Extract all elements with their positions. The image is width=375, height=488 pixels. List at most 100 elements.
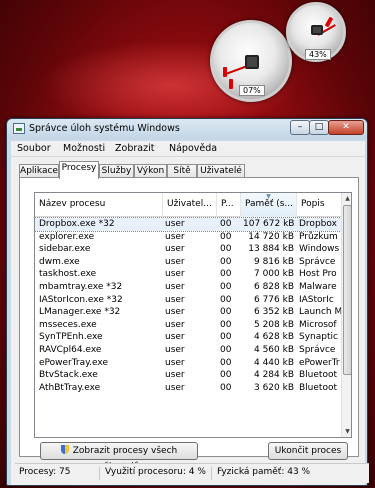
uac-shield-icon [60, 445, 69, 454]
table-row[interactable]: msseces.exe user 00 5 208 kB Microsof [35, 319, 341, 332]
cell-user: user [165, 332, 185, 343]
cell-cpu: 00 [220, 256, 232, 267]
cell-cpu: 00 [220, 332, 232, 343]
window-title: Správce úloh systému Windows [29, 123, 180, 134]
scroll-down-icon[interactable]: ▼ [342, 426, 351, 437]
cell-user: user [165, 319, 185, 330]
cell-memory: 3 620 kB [253, 382, 294, 393]
maximize-button[interactable]: □ [309, 120, 329, 135]
cpu-percent-readout: 07% [239, 85, 265, 96]
cell-memory: 4 284 kB [253, 370, 294, 381]
cell-user: user [165, 382, 185, 393]
cell-description: Správce [299, 256, 336, 267]
cell-user: user [165, 219, 185, 229]
cell-cpu: 00 [220, 382, 232, 393]
scroll-up-icon[interactable]: ▲ [342, 193, 351, 204]
close-button[interactable]: ✕ [328, 120, 364, 135]
tab-services[interactable]: Služby [99, 164, 134, 178]
tab-processes[interactable]: Procesy [59, 161, 99, 179]
table-row[interactable]: dwm.exe user 00 9 816 kB Správce [35, 256, 341, 269]
process-list-header: Název procesu Uživatel... P... ▼ Paměť (… [35, 193, 341, 217]
cell-memory: 4 440 kB [253, 357, 294, 368]
cell-image-name: ePowerTray.exe [39, 357, 109, 368]
cell-image-name: SynTPEnh.exe [39, 332, 103, 343]
cell-user: user [165, 244, 185, 255]
table-row[interactable]: sidebar.exe user 00 13 884 kB Windows [35, 243, 341, 256]
cell-image-name: sidebar.exe [39, 244, 91, 255]
menu-options[interactable]: Možnosti [63, 143, 105, 154]
table-row[interactable]: SynTPEnh.exe user 00 4 628 kB Synaptic [35, 331, 341, 344]
cell-description: Malware [299, 281, 337, 292]
cell-user: user [165, 256, 185, 267]
cell-image-name: AthBtTray.exe [39, 382, 101, 393]
table-row[interactable]: AthBtTray.exe user 00 3 620 kB Bluetoot [35, 382, 341, 395]
process-list[interactable]: Název procesu Uživatel... P... ▼ Paměť (… [34, 192, 352, 438]
cell-cpu: 00 [220, 319, 232, 330]
cell-cpu: 00 [220, 307, 232, 318]
cell-description: Launch M [299, 307, 343, 318]
menu-file[interactable]: Soubor [17, 143, 51, 154]
process-rows: Dropbox.exe *32 user 00 107 672 kB Dropbox ex… [35, 217, 343, 395]
cell-image-name: IAStorIcon.exe *32 [39, 294, 123, 305]
table-row[interactable]: RAVCpl64.exe user 00 4 560 kB Správce [35, 344, 341, 357]
cell-cpu: 00 [220, 231, 232, 242]
cell-cpu: 00 [220, 281, 232, 292]
minimize-button[interactable]: – [290, 120, 310, 135]
header-cpu[interactable]: P... [217, 193, 241, 217]
table-row[interactable]: taskhost.exe user 00 7 000 kB Host Pro [35, 268, 341, 281]
cell-description: Dropbox [299, 219, 337, 229]
cell-cpu: 00 [220, 370, 232, 381]
cell-user: user [165, 231, 185, 242]
cell-description: Průzkum [299, 231, 338, 242]
cell-image-name: dwm.exe [39, 256, 80, 267]
cell-description: Host Pro [299, 269, 337, 280]
tab-users[interactable]: Uživatelé [197, 164, 245, 178]
cell-description: IAStorIc [299, 294, 334, 305]
header-user[interactable]: Uživatel... [163, 193, 217, 217]
tab-applications[interactable]: Aplikace [19, 164, 59, 178]
tab-strip: Aplikace Procesy Služby Výkon Sítě Uživa… [19, 161, 359, 179]
header-image-name[interactable]: Název procesu [35, 193, 163, 217]
cell-description: Windows [299, 244, 340, 255]
gauge-red-tick [229, 79, 233, 89]
cell-user: user [165, 370, 185, 381]
memory-percent-readout: 43% [305, 49, 331, 60]
status-separator [99, 466, 100, 480]
cell-user: user [165, 294, 185, 305]
cell-cpu: 00 [220, 344, 232, 355]
table-row[interactable]: ePowerTray.exe user 00 4 440 kB ePowerTr [35, 357, 341, 370]
cell-image-name: mbamtray.exe *32 [39, 281, 123, 292]
cell-memory: 7 000 kB [253, 269, 294, 280]
scroll-thumb[interactable] [343, 205, 351, 375]
cell-memory: 9 816 kB [253, 256, 294, 267]
cell-image-name: msseces.exe [39, 319, 97, 330]
cell-memory: 4 560 kB [253, 344, 294, 355]
table-row[interactable]: mbamtray.exe *32 user 00 6 828 kB Malware [35, 281, 341, 294]
cell-memory: 107 672 kB [243, 219, 294, 229]
table-row[interactable]: Dropbox.exe *32 user 00 107 672 kB Dropbox [35, 217, 342, 232]
cpu-gauge: 07% [210, 20, 292, 102]
tab-networking[interactable]: Sítě [167, 164, 197, 178]
cell-memory: 5 208 kB [253, 319, 294, 330]
cell-description: ePowerTr [299, 357, 340, 368]
cell-image-name: taskhost.exe [39, 269, 97, 280]
header-description[interactable]: Popis [297, 193, 341, 217]
cell-image-name: LManager.exe *32 [39, 307, 121, 318]
table-row[interactable]: IAStorIcon.exe *32 user 00 6 776 kB IAStorIc [35, 294, 341, 307]
end-process-button[interactable]: Ukončit proces [268, 442, 348, 460]
tab-performance[interactable]: Výkon [134, 164, 167, 178]
header-memory[interactable]: ▼ Paměť (s... [241, 193, 297, 217]
table-row[interactable]: explorer.exe user 00 14 720 kB Průzkum [35, 231, 341, 244]
table-row[interactable]: LManager.exe *32 user 00 6 352 kB Launch M [35, 306, 343, 319]
cell-description: Microsof [299, 319, 337, 330]
cell-user: user [165, 307, 185, 318]
menu-help[interactable]: Nápověda [169, 143, 217, 154]
show-all-users-button[interactable]: Zobrazit procesy všech uživatelů [40, 442, 198, 472]
cell-image-name: explorer.exe [39, 231, 95, 242]
status-memory-usage: Fyzická paměť: 43 % [217, 467, 311, 477]
table-row[interactable]: BtvStack.exe user 00 4 284 kB Bluetoot [35, 369, 341, 382]
vertical-scrollbar[interactable]: ▲ ▼ [341, 193, 351, 437]
cell-memory: 14 720 kB [248, 231, 294, 242]
menu-view[interactable]: Zobrazit [115, 143, 154, 154]
title-bar[interactable]: Správce úloh systému Windows – □ ✕ [7, 119, 367, 139]
